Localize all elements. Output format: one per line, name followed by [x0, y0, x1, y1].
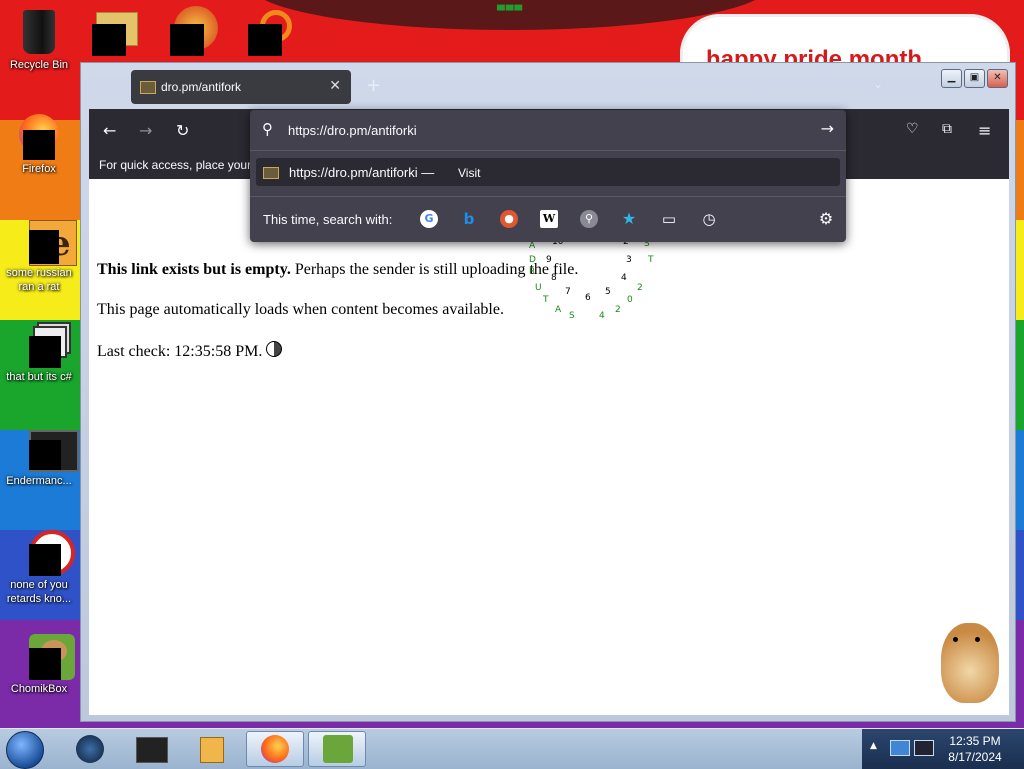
extensions-icon[interactable]: ⧉ [942, 121, 952, 137]
empty-link-bold: This link exists but is empty. [97, 261, 291, 278]
address-bar[interactable]: ⚲ → [250, 110, 846, 150]
desktop-icon-recycle-bin[interactable]: Recycle Bin [0, 2, 78, 72]
search-engine-icon[interactable]: ⚲ [580, 210, 598, 228]
suggestion-separator: — [421, 165, 435, 180]
duckduckgo-icon[interactable]: ● [500, 210, 518, 228]
taskbar-item-chomikbox[interactable] [308, 731, 366, 767]
forward-icon[interactable]: → [139, 121, 152, 140]
desktop-icon-endermanch[interactable]: Endermanc... [0, 418, 79, 488]
close-tab-icon[interactable]: ✕ [329, 78, 341, 94]
tab-favicon-icon [140, 81, 156, 94]
taskbar-item-disc[interactable] [62, 731, 120, 767]
bookmarks-icon[interactable]: ★ [620, 210, 638, 228]
chomikbox-taskbar-icon [323, 735, 353, 763]
chrome-like-icon [15, 528, 75, 576]
csharp-label: that but its c# [6, 371, 72, 383]
taskbar-item-media[interactable] [182, 731, 240, 767]
window-app-icon [15, 424, 79, 472]
volume-icon[interactable] [914, 740, 934, 756]
taskbar-item-box[interactable] [122, 731, 180, 767]
network-icon[interactable] [890, 740, 910, 756]
list-tabs-icon[interactable]: ⌄ [873, 77, 883, 91]
url-dropdown: ⚲ → https://dro.pm/antiforki — Visit Thi… [250, 110, 846, 242]
russian-rat-label: some russian ran a rat [6, 267, 72, 293]
last-check: Last check: 12:35:58 PM. [97, 341, 283, 361]
desktop-icon-browser[interactable] [168, 4, 220, 56]
window-titlebar[interactable]: dro.pm/antifork ✕ + ⌄ ▁ ▣ ✕ [81, 63, 1015, 109]
suggestion-favicon-icon [263, 167, 279, 179]
desktop-icon-csharp[interactable]: that but its c# [0, 314, 78, 384]
pocket-icon[interactable]: ♡ [906, 121, 919, 137]
taskbar: ▲ 12:35 PM 8/17/2024 [0, 728, 1024, 769]
hamster-icon [15, 632, 75, 680]
hamster-image [927, 609, 1007, 709]
spiral-clock-decoration: A 10 2 S D 9 3 T R 8 4 U 7 6 5 2 T 0 A S… [529, 237, 654, 321]
firefox-icon [15, 112, 63, 160]
google-icon[interactable]: G [420, 210, 438, 228]
minimize-button[interactable]: ▁ [941, 69, 962, 88]
desktop-icon-folder[interactable] [90, 4, 142, 56]
new-tab-icon[interactable]: + [366, 75, 381, 96]
url-suggestion[interactable]: https://dro.pm/antiforki — Visit [256, 158, 840, 186]
settings-gear-icon[interactable]: ⚙ [817, 210, 835, 228]
maximize-button[interactable]: ▣ [964, 69, 985, 88]
close-window-button[interactable]: ✕ [987, 69, 1008, 88]
divider [250, 150, 846, 151]
desktop-icon-chomikbox[interactable]: ChomikBox [0, 626, 78, 696]
tabs-icon[interactable]: ▭ [660, 210, 678, 228]
tab-dro-pm[interactable]: dro.pm/antifork ✕ [131, 70, 351, 104]
search-icon: ⚲ [262, 120, 273, 138]
suggestion-url-text: https://dro.pm/antiforki [289, 165, 418, 180]
none-of-you-label: none of you retards kno... [6, 579, 72, 605]
suggestion-action: Visit [458, 166, 481, 180]
recycle-bin-label: Recycle Bin [9, 59, 69, 71]
firefox-label: Firefox [22, 163, 56, 175]
endermanch-label: Endermanc... [6, 475, 72, 487]
firefox-taskbar-icon [261, 735, 289, 763]
divider [250, 196, 846, 197]
box-icon [136, 737, 168, 763]
taskbar-clock[interactable]: 12:35 PM 8/17/2024 [940, 733, 1010, 765]
tray-expand-icon[interactable]: ▲ [870, 741, 877, 751]
desktop-icon-firefox[interactable]: Firefox [0, 106, 78, 176]
bing-icon[interactable]: b [460, 210, 478, 228]
disc-icon [76, 735, 104, 763]
reload-icon[interactable]: ↻ [176, 121, 189, 140]
menu-icon[interactable]: ≡ [978, 121, 991, 140]
clock-time: 12:35 PM [949, 734, 1001, 748]
loading-moon-icon [266, 341, 283, 357]
start-button[interactable] [6, 731, 44, 769]
media-player-icon [200, 737, 224, 763]
recycle-bin-icon [15, 8, 63, 56]
page-content: This link exists but is empty. Perhaps t… [89, 179, 1009, 715]
history-icon[interactable]: ◷ [700, 210, 718, 228]
last-check-text: Last check: 12:35:58 PM. [97, 343, 263, 360]
suggestion-url: https://dro.pm/antiforki — [289, 165, 434, 180]
rat-app-icon: e [15, 216, 77, 266]
search-with-label: This time, search with: [263, 212, 393, 227]
wallpaper-dots: ▀▀▀ [497, 6, 524, 17]
go-arrow-icon[interactable]: → [821, 119, 834, 138]
taskbar-item-firefox[interactable] [246, 731, 304, 767]
wikipedia-icon[interactable]: W [540, 210, 558, 228]
back-icon[interactable]: ← [103, 121, 116, 140]
url-input[interactable] [288, 120, 788, 140]
chomikbox-label: ChomikBox [10, 683, 68, 695]
clock-date: 8/17/2024 [948, 750, 1002, 764]
stacked-windows-icon [15, 320, 71, 368]
desktop-icon-russian-rat[interactable]: e some russian ran a rat [0, 210, 78, 294]
desktop-icon-app[interactable] [246, 4, 298, 56]
bookmarks-hint: For quick access, place your b [99, 158, 262, 172]
desktop-icon-none-of-you[interactable]: none of you retards kno... [0, 522, 78, 606]
auto-load-message: This page automatically loads when conte… [97, 301, 504, 318]
empty-link-message: This link exists but is empty. Perhaps t… [97, 261, 578, 279]
tab-title: dro.pm/antifork [161, 80, 242, 94]
